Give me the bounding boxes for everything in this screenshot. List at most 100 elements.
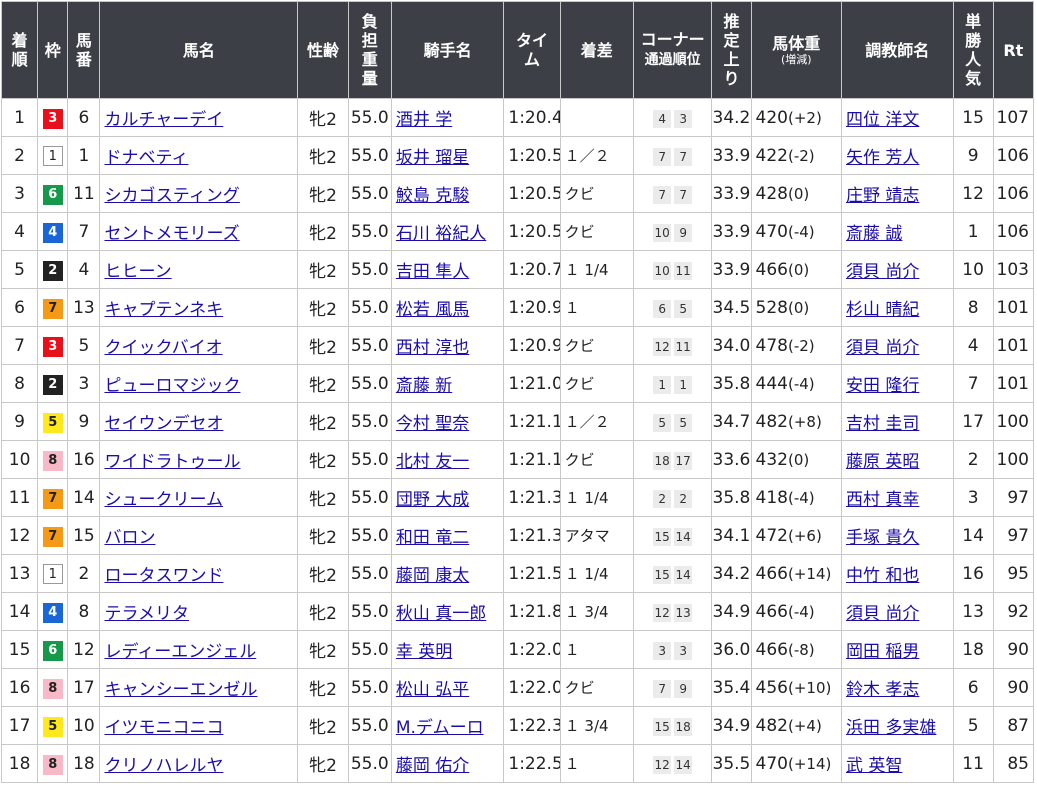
horse-name-link[interactable]: レディーエンジェル <box>104 642 256 662</box>
trainer-name-link[interactable]: 四位 洋文 <box>846 110 919 130</box>
trainer-name-link[interactable]: 須貝 尚介 <box>846 604 919 624</box>
jockey-name-link[interactable]: 松若 風馬 <box>396 300 469 320</box>
jockey-name-link[interactable]: 和田 竜二 <box>396 528 469 548</box>
corner-pos-1: 18 <box>653 451 672 470</box>
jockey-cell: 松山 弘平 <box>390 668 505 707</box>
trainer-name-link[interactable]: 杉山 晴紀 <box>846 300 919 320</box>
jockey-name-link[interactable]: 坂井 瑠星 <box>396 148 469 168</box>
trainer-name-link[interactable]: 浜田 多実雄 <box>846 718 936 738</box>
horse-name-link[interactable]: バロン <box>104 528 155 548</box>
bodyweight-value: 444 <box>755 373 788 394</box>
sex-age-cell: 牝2 <box>297 478 349 517</box>
popularity-cell: 9 <box>952 136 994 175</box>
jockey-name-link[interactable]: M.デムーロ <box>396 718 484 738</box>
rating-cell: 90 <box>992 668 1035 707</box>
trainer-name-link[interactable]: 岡田 稲男 <box>846 642 919 662</box>
jockey-name-link[interactable]: 団野 大成 <box>396 490 469 510</box>
trainer-name-link[interactable]: 藤原 英昭 <box>846 452 919 472</box>
margin-cell: １ 1/4 <box>559 478 634 517</box>
horse-number-cell: 5 <box>67 326 101 365</box>
waku-badge: 2 <box>42 260 63 281</box>
horse-name-link[interactable]: シュークリーム <box>104 490 223 510</box>
corner-pos-1: 12 <box>653 603 672 622</box>
jockey-name-link[interactable]: 鮫島 克駿 <box>396 186 469 206</box>
popularity-cell: 14 <box>952 516 994 555</box>
trainer-name-link[interactable]: 矢作 芳人 <box>846 148 919 168</box>
jockey-name-link[interactable]: 北村 友一 <box>396 452 469 472</box>
jockey-name-link[interactable]: 西村 淳也 <box>396 338 469 358</box>
trainer-name-link[interactable]: 鈴木 孝志 <box>846 680 919 700</box>
horse-name-link[interactable]: イツモニコニコ <box>104 718 223 738</box>
weight-cell: 55.0 <box>347 668 392 707</box>
corner-pos-1: 4 <box>653 109 672 128</box>
trainer-name-link[interactable]: 西村 真幸 <box>846 490 919 510</box>
trainer-cell: 鈴木 孝志 <box>840 668 954 707</box>
time-cell: 1:22.5 <box>503 744 561 783</box>
jockey-name-link[interactable]: 秋山 真一郎 <box>396 604 486 624</box>
horse-name-link[interactable]: キャプテンネキ <box>104 300 223 320</box>
horse-name-link[interactable]: ピューロマジック <box>104 376 240 396</box>
horse-number-cell: 3 <box>67 364 101 403</box>
trainer-name-link[interactable]: 庄野 靖志 <box>846 186 919 206</box>
trainer-name-link[interactable]: 手塚 貴久 <box>846 528 919 548</box>
horse-name-link[interactable]: キャンシーエンゼル <box>104 680 257 700</box>
horse-name-link[interactable]: ヒヒーン <box>104 262 171 282</box>
waku-badge: 7 <box>42 298 63 319</box>
corner-cell: 65 <box>632 288 713 327</box>
trainer-cell: 藤原 英昭 <box>840 440 954 479</box>
corner-positions: 10 9 <box>653 223 693 242</box>
header-waku: 枠 <box>37 1 69 99</box>
horse-name-link[interactable]: シカゴスティング <box>104 186 239 206</box>
trainer-name-link[interactable]: 中竹 和也 <box>846 566 919 586</box>
corner-pos-2: 7 <box>674 147 693 166</box>
corner-pos-2: 14 <box>674 565 693 584</box>
horse-name-cell: バロン <box>99 516 299 555</box>
corner-pos-2: 13 <box>674 603 693 622</box>
jockey-name-link[interactable]: 藤岡 佑介 <box>396 756 469 776</box>
table-row: 7 3 5 クイックバイオ 牝2 55.0 西村 淳也 1:20.9 クビ 12 11 34.0 478… <box>0 326 1035 365</box>
table-row: 14 4 8 テラメリタ 牝2 55.0 秋山 真一郎 1:21.8 １ 3/4 12 13 34.9… <box>0 592 1035 631</box>
time-cell: 1:21.8 <box>503 592 561 631</box>
jockey-name-link[interactable]: 幸 英明 <box>396 642 452 662</box>
table-row: 8 2 3 ピューロマジック 牝2 55.0 斎藤 新 1:21.0 クビ 1 1 35.8 444(-… <box>0 364 1035 403</box>
sex-age-cell: 牝2 <box>297 440 349 479</box>
time-cell: 1:21.1 <box>503 402 561 441</box>
horse-name-link[interactable]: テラメリタ <box>104 604 189 624</box>
jockey-name-link[interactable]: 斎藤 新 <box>396 376 452 396</box>
jockey-name-link[interactable]: 藤岡 康太 <box>396 566 469 586</box>
horse-number-cell: 10 <box>67 706 101 745</box>
horse-name-link[interactable]: ドナベティ <box>104 148 188 168</box>
waku-badge: 4 <box>42 222 63 243</box>
horse-number-cell: 1 <box>67 136 101 175</box>
trainer-name-link[interactable]: 吉村 圭司 <box>846 414 919 434</box>
trainer-cell: 四位 洋文 <box>840 98 954 137</box>
horse-name-link[interactable]: カルチャーデイ <box>104 110 223 130</box>
jockey-cell: 藤岡 佑介 <box>390 744 505 783</box>
bodyweight-value: 420 <box>755 107 788 128</box>
trainer-name-link[interactable]: 須貝 尚介 <box>846 262 919 282</box>
weight-cell: 55.0 <box>347 212 392 251</box>
jockey-name-link[interactable]: 石川 裕紀人 <box>396 224 486 244</box>
jockey-name-link[interactable]: 今村 聖奈 <box>396 414 469 434</box>
trainer-name-link[interactable]: 武 英智 <box>846 756 902 776</box>
trainer-name-link[interactable]: 須貝 尚介 <box>846 338 919 358</box>
horse-name-link[interactable]: ロータスワンド <box>104 566 223 586</box>
horse-name-link[interactable]: クリノハレルヤ <box>104 756 223 776</box>
jockey-name-link[interactable]: 吉田 隼人 <box>396 262 469 282</box>
header-sexage: 性齢 <box>297 1 349 99</box>
table-row: 12 7 15 バロン 牝2 55.0 和田 竜二 1:21.3 アタマ 15 14 34.1 472(… <box>0 516 1035 555</box>
trainer-cell: 手塚 貴久 <box>840 516 954 555</box>
jockey-name-link[interactable]: 松山 弘平 <box>396 680 469 700</box>
trainer-name-link[interactable]: 斎藤 誠 <box>846 224 902 244</box>
horse-name-link[interactable]: ワイドラトゥール <box>104 452 240 472</box>
waku-badge: 7 <box>42 526 63 547</box>
jockey-name-link[interactable]: 酒井 学 <box>396 110 452 130</box>
sex-age-cell: 牝2 <box>297 592 349 631</box>
trainer-name-link[interactable]: 安田 隆行 <box>846 376 919 396</box>
horse-name-link[interactable]: セントメモリーズ <box>104 224 239 244</box>
bodyweight-cell: 422(-2) <box>750 136 842 175</box>
bodyweight-diff: (0) <box>788 184 810 203</box>
jockey-cell: 鮫島 克駿 <box>390 174 505 213</box>
horse-name-link[interactable]: セイウンデセオ <box>104 414 223 434</box>
horse-name-link[interactable]: クイックバイオ <box>104 338 222 358</box>
